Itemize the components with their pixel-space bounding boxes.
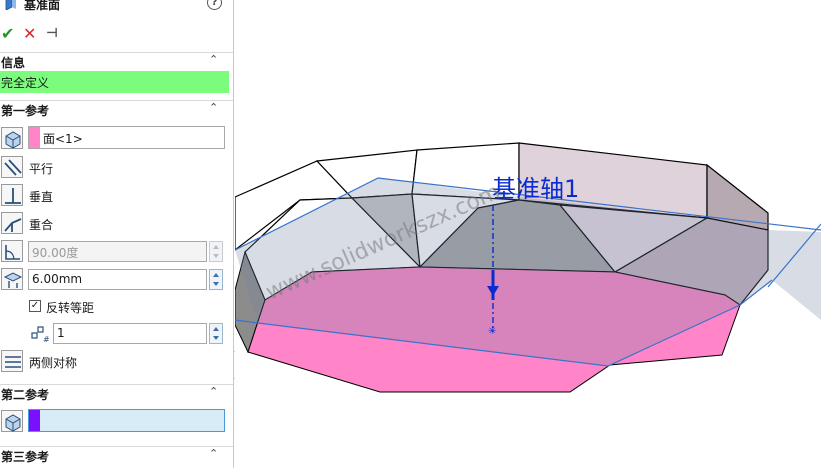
perpendicular-icon[interactable] <box>1 184 23 206</box>
status-fully-defined: 完全定义 <box>0 71 229 93</box>
face-selection-icon <box>1 410 23 432</box>
info-section-header[interactable]: 信息 ⌃ <box>0 52 233 70</box>
first-reference-header[interactable]: 第一参考 ⌃ <box>0 100 233 118</box>
second-reference-label: 第二参考 <box>1 388 50 402</box>
flip-offset-checkbox[interactable]: ✓ <box>29 300 41 312</box>
pin-button[interactable]: ⊣ <box>46 24 58 44</box>
cancel-button[interactable]: ✕ <box>23 24 36 44</box>
face-selection-icon <box>1 127 23 149</box>
svg-text:✳: ✳ <box>488 326 496 337</box>
second-reference-header[interactable]: 第二参考 ⌃ <box>0 384 233 402</box>
distance-spinner[interactable] <box>209 269 223 290</box>
angle-icon[interactable] <box>1 240 23 262</box>
property-manager: 基准面 ? ✔ ✕ ⊣ 信息 ⌃ 完全定义 第一参考 ⌃ 面<1> 平行 垂直 … <box>0 0 234 468</box>
property-manager-header: 基准面 ? <box>0 0 233 14</box>
datum-axis-label[interactable]: 基准轴1 <box>492 175 579 203</box>
instances-row: # 1 <box>0 321 233 347</box>
perpendicular-option[interactable]: 垂直 <box>0 183 233 209</box>
info-section-label: 信息 <box>1 56 26 70</box>
distance-row: 6.00mm <box>0 267 233 293</box>
graphics-area[interactable]: ✳ 基准轴1 www.solidworkszx.com <box>235 0 821 468</box>
parallel-option[interactable]: 平行 <box>0 155 233 181</box>
confirm-toolbar: ✔ ✕ ⊣ <box>0 24 233 46</box>
reference-color-swatch <box>29 127 40 148</box>
third-reference-label: 第三参考 <box>1 450 50 464</box>
parallel-icon[interactable] <box>1 156 23 178</box>
offset-distance-icon[interactable] <box>1 268 23 290</box>
angle-value: 90.00度 <box>32 246 79 260</box>
instances-icon: # <box>31 326 50 343</box>
angle-row: 90.00度 <box>0 239 233 265</box>
collapse-chevron-icon[interactable]: ⌃ <box>209 447 218 460</box>
collapse-chevron-icon[interactable]: ⌃ <box>209 385 218 398</box>
reference-color-swatch <box>29 410 40 431</box>
flip-offset-label: 反转等距 <box>46 301 95 315</box>
panel-title: 基准面 <box>24 0 61 12</box>
flip-offset-row[interactable]: ✓ 反转等距 <box>0 297 233 323</box>
coincident-label: 重合 <box>29 218 54 232</box>
instances-spinner[interactable] <box>209 323 223 344</box>
coincident-icon[interactable] <box>1 212 23 234</box>
coincident-option[interactable]: 重合 <box>0 211 233 237</box>
distance-value: 6.00mm <box>32 272 83 286</box>
collapse-chevron-icon[interactable]: ⌃ <box>209 101 218 114</box>
first-reference-selection-row: 面<1> <box>0 125 233 151</box>
first-reference-value: 面<1> <box>43 132 83 146</box>
angle-spinner[interactable] <box>209 241 223 262</box>
third-reference-header[interactable]: 第三参考 ⌃ <box>0 446 233 464</box>
instances-input[interactable]: 1 <box>53 323 207 344</box>
angle-input[interactable]: 90.00度 <box>28 241 207 262</box>
ok-button[interactable]: ✔ <box>1 24 14 44</box>
model-view: ✳ 基准轴1 www.solidworkszx.com <box>235 142 821 393</box>
distance-input[interactable]: 6.00mm <box>28 269 207 290</box>
mid-plane-icon[interactable] <box>1 350 23 372</box>
first-reference-label: 第一参考 <box>1 104 50 118</box>
plane-feature-icon <box>5 0 16 10</box>
collapse-chevron-icon[interactable]: ⌃ <box>209 53 218 66</box>
instances-value: 1 <box>57 326 65 340</box>
status-text: 完全定义 <box>1 76 50 90</box>
first-reference-selection-box[interactable]: 面<1> <box>28 126 225 149</box>
mid-plane-label: 两侧对称 <box>29 356 78 370</box>
parallel-label: 平行 <box>29 162 54 176</box>
help-icon[interactable]: ? <box>207 0 222 10</box>
perpendicular-label: 垂直 <box>29 190 54 204</box>
second-reference-selection-box[interactable] <box>28 409 225 432</box>
svg-text:#: # <box>43 335 50 343</box>
second-reference-selection-row <box>0 408 233 434</box>
mid-plane-option[interactable]: 两侧对称 <box>0 349 233 375</box>
